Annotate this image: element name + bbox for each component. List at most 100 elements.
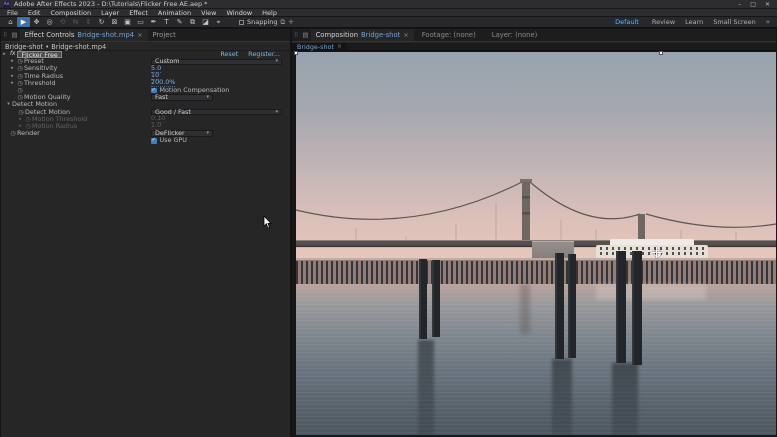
twirl-icon[interactable]: ▸: [9, 65, 16, 72]
selection-tool-icon[interactable]: ▶: [17, 17, 30, 27]
type-tool-icon[interactable]: T: [160, 17, 173, 27]
stopwatch-icon[interactable]: ◷: [16, 65, 24, 72]
twirl-icon[interactable]: ▸: [9, 58, 16, 65]
workspace-review[interactable]: Review: [652, 18, 675, 26]
detect-motion-dropdown[interactable]: Good / Fast▾: [151, 109, 282, 116]
preset-dropdown[interactable]: Custom▾: [151, 59, 282, 66]
hand-tool-icon[interactable]: ✥: [30, 17, 43, 27]
twirl-icon[interactable]: ▸: [9, 80, 16, 87]
zoom-tool-icon[interactable]: ◎: [43, 17, 56, 27]
menu-view[interactable]: View: [196, 9, 221, 17]
menu-bar: File Edit Composition Layer Effect Anima…: [0, 9, 777, 17]
menu-animation[interactable]: Animation: [153, 9, 196, 17]
stopwatch-icon[interactable]: ◷: [16, 87, 24, 94]
snap-option-2-icon[interactable]: ✛: [288, 18, 293, 26]
effect-header-row[interactable]: ▸ fx Flicker Free Reset Register...: [1, 51, 290, 58]
minimize-button[interactable]: –: [738, 0, 741, 9]
layer-handle-top-left[interactable]: [294, 51, 298, 55]
menu-layer[interactable]: Layer: [96, 9, 124, 17]
register-link[interactable]: Register...: [248, 51, 280, 58]
menu-file[interactable]: File: [2, 9, 23, 17]
piling-post: [432, 260, 440, 337]
workspace-default[interactable]: Default: [612, 18, 642, 26]
twirl-icon[interactable]: ▸: [1, 51, 8, 58]
stopwatch-icon[interactable]: ◷: [16, 80, 24, 87]
tab-close-icon[interactable]: ×: [403, 31, 408, 39]
twirl-open-icon[interactable]: ▾: [5, 101, 12, 108]
post-reflection: [552, 359, 572, 435]
tower-reflection: [520, 284, 530, 334]
snapping-checkbox[interactable]: [239, 20, 244, 25]
chevron-down-icon: ▾: [275, 109, 278, 116]
piling-post: [419, 259, 427, 339]
brush-tool-icon[interactable]: ✎: [173, 17, 186, 27]
viewer-tab-close-icon[interactable]: ×: [337, 43, 342, 50]
tab-layer[interactable]: Layer: (none): [484, 29, 546, 41]
close-button[interactable]: ✕: [765, 0, 770, 9]
pan-behind-tool-icon[interactable]: ▣: [121, 17, 134, 27]
clone-stamp-tool-icon[interactable]: ⧉: [186, 17, 199, 27]
pen-tool-icon[interactable]: ✒: [147, 17, 160, 27]
reset-link[interactable]: Reset: [220, 51, 238, 58]
composition-viewport[interactable]: [292, 51, 776, 437]
panel-menu-icon[interactable]: ▤: [300, 29, 310, 41]
layer-handle-top-center[interactable]: [659, 51, 663, 55]
tool-bar: ⌂ ▶ ✥ ◎ ⟲ ⇆ ⇕ ↻ ⊠ ▣ ▭ ✒ T ✎ ⧉ ◪ ⌖ Snappi…: [0, 17, 777, 28]
effect-controls-tabbar: ⠿ ▤ Effect Controls Bridge-shot.mp4 × Pr…: [1, 29, 290, 42]
snap-option-1-icon[interactable]: ⧉: [281, 18, 286, 27]
post-reflection: [612, 363, 638, 435]
eraser-tool-icon[interactable]: ◪: [199, 17, 212, 27]
workspace-bar: Default Review Learn Small Screen »: [612, 18, 773, 26]
mouse-cursor: [263, 216, 272, 229]
row-motion-quality: ◷ Motion Quality Fast▾: [1, 94, 290, 101]
rotation-tool-icon[interactable]: ↻: [95, 17, 108, 27]
piling-post: [632, 251, 642, 365]
puppet-pin-tool-icon[interactable]: ⌖: [212, 17, 225, 27]
menu-window[interactable]: Window: [222, 9, 258, 17]
stopwatch-icon[interactable]: ◷: [17, 109, 25, 116]
bridge-shot-image: [296, 52, 776, 435]
piling-post: [568, 254, 576, 358]
panel-grip-icon[interactable]: ⠿: [1, 29, 9, 41]
stopwatch-icon[interactable]: ◷: [16, 94, 24, 101]
layer-anchor-point[interactable]: [652, 248, 661, 257]
row-render: ◷ Render DeFlicker▾: [1, 130, 290, 137]
stopwatch-icon[interactable]: ◷: [16, 73, 24, 80]
home-tool-icon[interactable]: ⌂: [4, 17, 17, 27]
composition-tabbar: ⠿ ▤ Composition Bridge-shot × Footage: (…: [292, 29, 776, 42]
workspace-overflow-icon[interactable]: »: [766, 18, 770, 26]
menu-help[interactable]: Help: [257, 9, 282, 17]
menu-composition[interactable]: Composition: [45, 9, 96, 17]
menu-effect[interactable]: Effect: [124, 9, 153, 17]
after-effects-window: Ae Adobe After Effects 2023 - D:\Tutoria…: [0, 0, 777, 437]
tab-effect-controls[interactable]: Effect Controls Bridge-shot.mp4 ×: [20, 29, 148, 41]
viewer-tab-bridge-shot[interactable]: Bridge-shot ×: [292, 43, 347, 50]
use-gpu-checkbox[interactable]: ✓: [151, 138, 157, 144]
dolly-camera-tool-icon: ⇕: [82, 17, 95, 27]
tab-project[interactable]: Project: [148, 29, 181, 41]
menu-edit[interactable]: Edit: [23, 9, 46, 17]
app-logo-icon: Ae: [3, 1, 10, 8]
stopwatch-icon[interactable]: ◷: [16, 58, 24, 65]
pan-camera-tool-icon: ⇆: [69, 17, 82, 27]
camera-tool-icon[interactable]: ⊠: [108, 17, 121, 27]
stopwatch-icon: ◷: [24, 116, 32, 123]
chevron-down-icon: ▾: [206, 130, 209, 137]
tab-footage[interactable]: Footage: (none): [414, 29, 484, 41]
tab-composition[interactable]: Composition Bridge-shot ×: [311, 29, 414, 41]
workspace-learn[interactable]: Learn: [685, 18, 703, 26]
maximize-button[interactable]: □: [750, 0, 756, 9]
tab-close-icon[interactable]: ×: [137, 31, 142, 39]
snapping-label: Snapping: [247, 18, 278, 26]
panel-grip-icon[interactable]: ⠿: [292, 29, 300, 41]
shape-tool-icon[interactable]: ▭: [134, 17, 147, 27]
orbit-camera-tool-icon: ⟲: [56, 17, 69, 27]
workspace-small-screen[interactable]: Small Screen: [713, 18, 755, 26]
motion-quality-dropdown[interactable]: Fast▾: [151, 94, 213, 101]
twirl-icon: ▸: [17, 116, 24, 123]
stopwatch-icon[interactable]: ◷: [9, 130, 17, 137]
row-motion-radius: ▸ ◷ Motion Radius 1.0: [1, 123, 290, 130]
twirl-icon[interactable]: ▸: [9, 73, 16, 80]
workspace-content: ⠿ ▤ Effect Controls Bridge-shot.mp4 × Pr…: [0, 28, 777, 437]
panel-menu-icon[interactable]: ▤: [9, 29, 19, 41]
